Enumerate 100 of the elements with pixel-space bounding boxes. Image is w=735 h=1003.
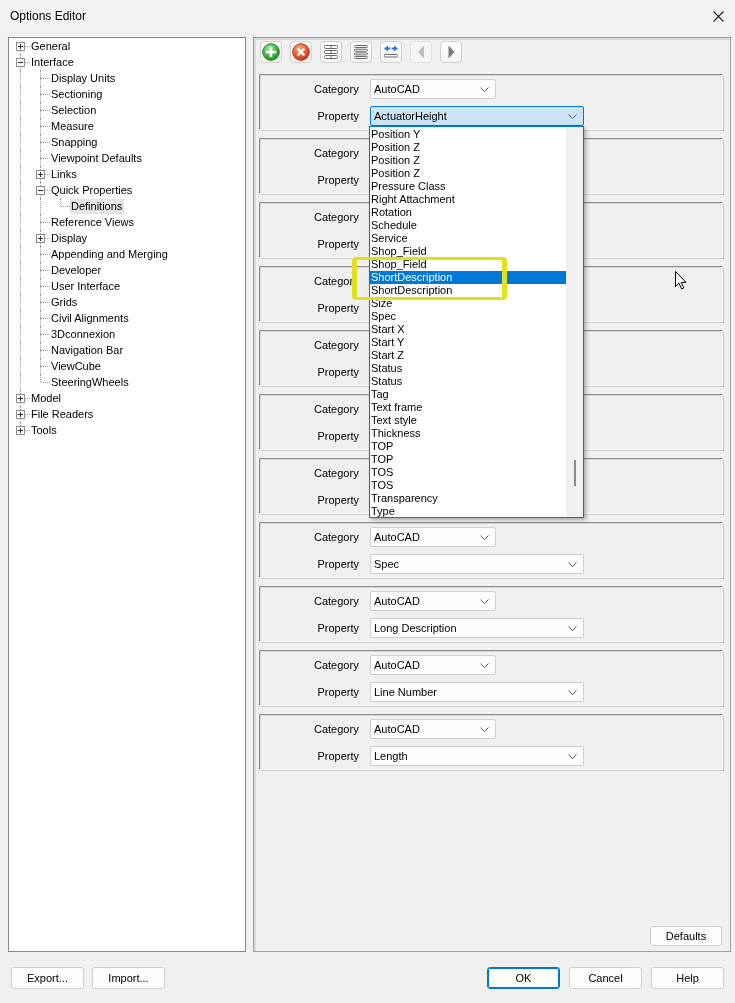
property-label: Property bbox=[317, 302, 359, 314]
chevron-down-icon bbox=[568, 625, 577, 631]
list-item[interactable]: Status bbox=[370, 375, 566, 388]
tree-item[interactable]: 3Dconnexion bbox=[50, 326, 118, 342]
category-dropdown[interactable]: AutoCAD bbox=[370, 527, 496, 547]
property-label: Property bbox=[317, 430, 359, 442]
tree-item[interactable]: Measure bbox=[50, 118, 96, 134]
tree-item[interactable]: SteeringWheels bbox=[50, 374, 131, 390]
property-dropdown[interactable]: Line Number bbox=[370, 682, 584, 702]
mouse-pointer-icon bbox=[675, 271, 687, 290]
tree-item[interactable]: ViewCube bbox=[50, 358, 103, 374]
category-dropdown[interactable]: AutoCAD bbox=[370, 591, 496, 611]
list-item[interactable]: Pressure Class bbox=[370, 180, 566, 193]
tree-item[interactable]: Viewpoint Defaults bbox=[50, 150, 144, 166]
tree-item[interactable]: Appending and Merging bbox=[50, 246, 170, 262]
plus-box-icon[interactable] bbox=[16, 394, 25, 403]
list-item[interactable]: Rotation bbox=[370, 206, 566, 219]
chevron-down-icon bbox=[480, 86, 489, 92]
list-item[interactable]: TOS bbox=[370, 479, 566, 492]
minus-box-icon[interactable] bbox=[36, 186, 45, 195]
list-item[interactable]: Shop_Field bbox=[370, 245, 566, 258]
plus-box-icon[interactable] bbox=[36, 170, 45, 179]
tree-item[interactable]: Navigation Bar bbox=[50, 342, 126, 358]
footer-button[interactable]: Help bbox=[651, 967, 724, 989]
tree-item[interactable]: Model bbox=[30, 390, 63, 406]
close-icon[interactable] bbox=[713, 10, 724, 22]
tree-item[interactable]: Display Units bbox=[50, 70, 118, 86]
category-label: Category bbox=[314, 531, 359, 543]
scrollbar[interactable] bbox=[566, 127, 583, 517]
plus-box-icon[interactable] bbox=[16, 410, 25, 419]
category-dropdown[interactable]: AutoCAD bbox=[370, 655, 496, 675]
list-item[interactable]: Right Attachment bbox=[370, 193, 566, 206]
plus-box-icon[interactable] bbox=[36, 234, 45, 243]
add-button[interactable] bbox=[260, 41, 282, 63]
next-button[interactable] bbox=[440, 41, 462, 63]
list-item[interactable]: Start Z bbox=[370, 349, 566, 362]
property-dropdown[interactable]: ActuatorHeight bbox=[370, 106, 584, 126]
footer-button[interactable]: Export... bbox=[11, 967, 84, 989]
list-item[interactable]: ShortDescription bbox=[370, 271, 566, 284]
tree-item[interactable]: Sectioning bbox=[50, 86, 105, 102]
list-item[interactable]: Text style bbox=[370, 414, 566, 427]
property-dropdown[interactable]: Long Description bbox=[370, 618, 584, 638]
list-item[interactable]: ShortDescription bbox=[370, 284, 566, 297]
window-title: Options Editor bbox=[10, 9, 87, 23]
chevron-down-icon bbox=[480, 662, 489, 668]
tree-item[interactable]: User Interface bbox=[50, 278, 123, 294]
list-item[interactable]: Type bbox=[370, 505, 566, 518]
list-item[interactable]: Transparency bbox=[370, 492, 566, 505]
category-label: Category bbox=[314, 339, 359, 351]
list-item[interactable]: Start X bbox=[370, 323, 566, 336]
property-label: Property bbox=[317, 686, 359, 698]
defaults-button[interactable]: Defaults bbox=[650, 926, 722, 946]
list-item[interactable]: Shop_Field bbox=[370, 258, 566, 271]
swap-button[interactable] bbox=[380, 41, 402, 63]
minus-box-icon[interactable] bbox=[16, 58, 25, 67]
tree-item[interactable]: Links bbox=[50, 166, 79, 182]
list-item[interactable]: Thickness bbox=[370, 427, 566, 440]
tree-item[interactable]: Tools bbox=[30, 422, 59, 438]
list-item[interactable]: Text frame bbox=[370, 401, 566, 414]
tree-item[interactable]: Grids bbox=[50, 294, 80, 310]
tree-item[interactable]: Reference Views bbox=[50, 214, 136, 230]
lines-button[interactable] bbox=[350, 41, 372, 63]
list-item[interactable]: Position Z bbox=[370, 154, 566, 167]
tree-item[interactable]: General bbox=[30, 38, 73, 54]
rows-button[interactable] bbox=[320, 41, 342, 63]
list-item[interactable]: TOP bbox=[370, 440, 566, 453]
remove-button[interactable] bbox=[290, 41, 312, 63]
list-item[interactable]: Schedule bbox=[370, 219, 566, 232]
property-dropdown[interactable]: Length bbox=[370, 746, 584, 766]
footer-button[interactable]: Import... bbox=[92, 967, 165, 989]
list-item[interactable]: Status bbox=[370, 362, 566, 375]
tree-item[interactable]: Selection bbox=[50, 102, 99, 118]
chevron-down-icon bbox=[568, 753, 577, 759]
list-item[interactable]: TOS bbox=[370, 466, 566, 479]
chevron-down-icon bbox=[568, 561, 577, 567]
tree-item[interactable]: Quick Properties bbox=[50, 182, 135, 198]
list-item[interactable]: Position Y bbox=[370, 128, 566, 141]
tree-item[interactable]: Developer bbox=[50, 262, 104, 278]
tree-item[interactable]: Interface bbox=[30, 54, 76, 70]
category-label: Category bbox=[314, 467, 359, 479]
list-item[interactable]: Position Z bbox=[370, 141, 566, 154]
footer-button[interactable]: Cancel bbox=[569, 967, 642, 989]
category-dropdown[interactable]: AutoCAD bbox=[370, 79, 496, 99]
list-item[interactable]: Spec bbox=[370, 310, 566, 323]
tree-item[interactable]: File Readers bbox=[30, 406, 96, 422]
scrollbar-thumb[interactable] bbox=[574, 460, 576, 486]
list-item[interactable]: Service bbox=[370, 232, 566, 245]
property-dropdown[interactable]: Spec bbox=[370, 554, 584, 574]
list-item[interactable]: Tag bbox=[370, 388, 566, 401]
tree-item[interactable]: Snapping bbox=[50, 134, 100, 150]
plus-box-icon[interactable] bbox=[16, 42, 25, 51]
list-item[interactable]: Position Z bbox=[370, 167, 566, 180]
plus-box-icon[interactable] bbox=[16, 426, 25, 435]
list-item[interactable]: TOP bbox=[370, 453, 566, 466]
category-dropdown[interactable]: AutoCAD bbox=[370, 719, 496, 739]
tree-item[interactable]: Civil Alignments bbox=[50, 310, 131, 326]
tree-item[interactable]: Display bbox=[50, 230, 90, 246]
list-item[interactable]: Start Y bbox=[370, 336, 566, 349]
footer-button[interactable]: OK bbox=[487, 967, 560, 989]
tree-item[interactable]: Definitions bbox=[70, 198, 125, 214]
